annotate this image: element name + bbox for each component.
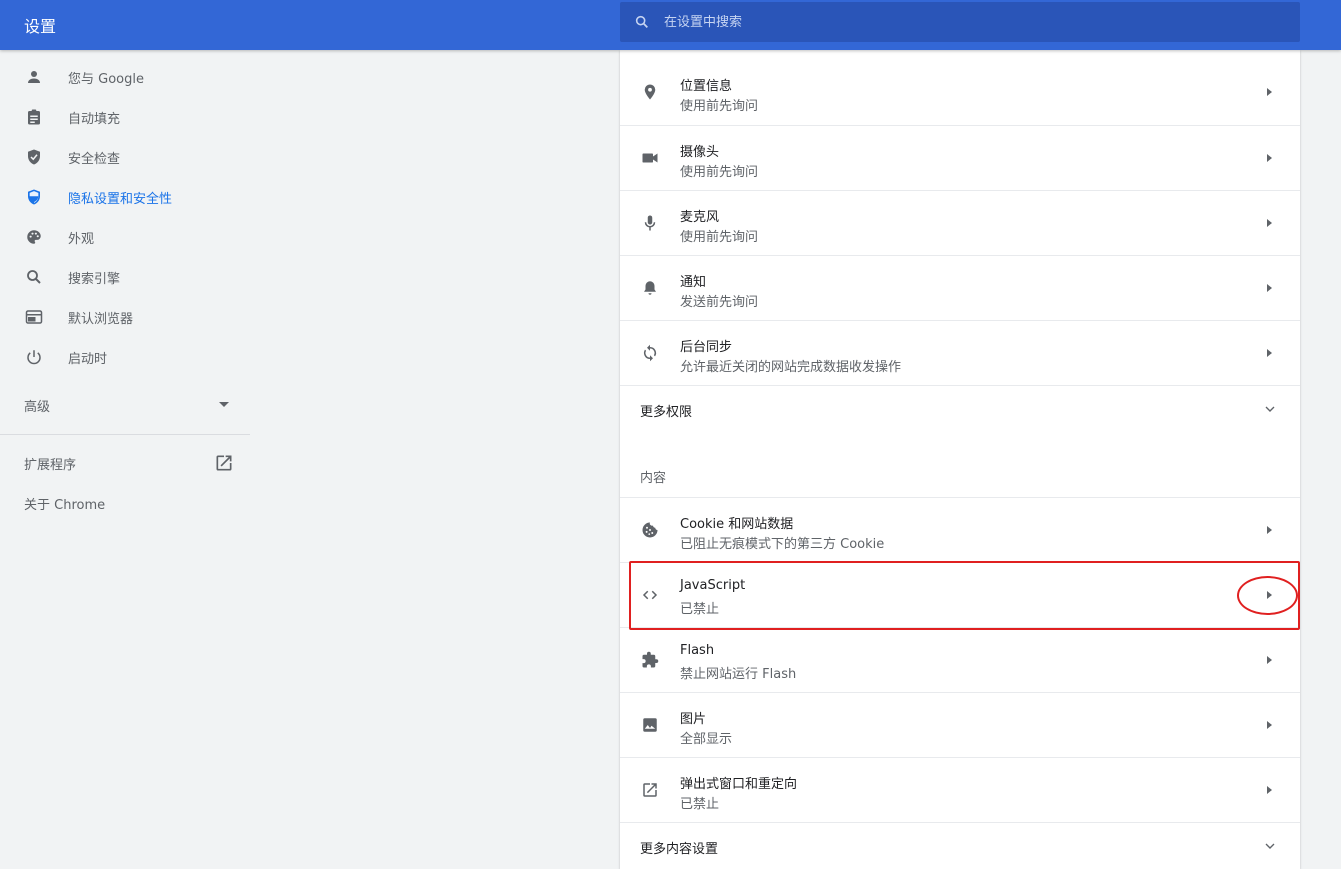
sidebar-item-autofill[interactable]: 自动填充 — [0, 97, 250, 137]
row-subtitle: 禁止网站运行 Flash — [680, 667, 797, 682]
puzzle-icon — [640, 650, 660, 670]
row-title: Cookie 和网站数据 — [680, 517, 794, 532]
open-in-new-icon — [216, 455, 232, 471]
browser-icon — [24, 307, 44, 327]
permission-row-camera[interactable]: 摄像头 使用前先询问 — [620, 125, 1300, 190]
sidebar-item-on-startup[interactable]: 启动时 — [0, 337, 250, 377]
content-row-images[interactable]: 图片 全部显示 — [620, 692, 1300, 757]
row-title: Flash — [680, 643, 715, 658]
row-subtitle: 全部显示 — [680, 732, 733, 747]
more-content-label: 更多内容设置 — [640, 842, 719, 857]
extensions-label: 扩展程序 — [24, 457, 77, 473]
row-title: JavaScript — [680, 578, 746, 593]
row-title: 图片 — [680, 712, 707, 727]
row-title: 弹出式窗口和重定向 — [680, 777, 798, 792]
arrow-right-icon[interactable] — [1267, 786, 1272, 794]
sidebar-item-label: 搜索引擎 — [68, 271, 121, 287]
sidebar-item-appearance[interactable]: 外观 — [0, 217, 250, 257]
arrow-right-icon[interactable] — [1267, 154, 1272, 162]
row-subtitle: 发送前先询问 — [680, 295, 759, 310]
row-subtitle: 已禁止 — [680, 602, 720, 617]
sidebar-item-safety-check[interactable]: 安全检查 — [0, 137, 250, 177]
row-subtitle: 允许最近关闭的网站完成数据收发操作 — [680, 360, 902, 375]
advanced-label: 高级 — [24, 399, 51, 415]
row-title: 后台同步 — [680, 340, 733, 355]
arrow-right-icon[interactable] — [1267, 721, 1272, 729]
open-in-new-icon — [640, 780, 660, 800]
site-settings-card: 位置信息 使用前先询问 摄像头 使用前先询问 麦克风 使用前先询问 通知 发送前… — [620, 50, 1300, 869]
shield-check-icon — [24, 147, 44, 167]
permission-row-notifications[interactable]: 通知 发送前先询问 — [620, 255, 1300, 320]
sidebar-item-label: 自动填充 — [68, 111, 121, 127]
arrow-right-icon[interactable] — [1267, 526, 1272, 534]
arrow-right-icon[interactable] — [1267, 219, 1272, 227]
sidebar-item-label: 安全检查 — [68, 151, 121, 167]
search-icon — [24, 267, 44, 287]
content-row-cookies[interactable]: Cookie 和网站数据 已阻止无痕模式下的第三方 Cookie — [620, 497, 1300, 562]
sidebar-item-search-engine[interactable]: 搜索引擎 — [0, 257, 250, 297]
permission-row-location[interactable]: 位置信息 使用前先询问 — [620, 60, 1300, 125]
top-bar: 设置 — [0, 0, 1341, 50]
sidebar-item-label: 外观 — [68, 231, 95, 247]
row-subtitle: 使用前先询问 — [680, 99, 759, 114]
sidebar-item-label: 默认浏览器 — [68, 311, 134, 327]
row-title: 通知 — [680, 275, 707, 290]
sidebar-item-you-and-google[interactable]: 您与 Google — [0, 57, 250, 97]
chevron-down-icon — [1265, 843, 1275, 849]
sidebar-item-privacy-security[interactable]: 隐私设置和安全性 — [0, 177, 250, 217]
sidebar: 您与 Google 自动填充 安全检查 隐私设置和安全性 外观 搜索引擎 默认浏… — [0, 50, 250, 869]
row-subtitle: 已禁止 — [680, 797, 720, 812]
sync-icon — [640, 343, 660, 363]
image-icon — [640, 715, 660, 735]
cookie-icon — [640, 520, 660, 540]
person-icon — [24, 67, 44, 87]
content-row-javascript[interactable]: JavaScript 已禁止 — [620, 562, 1300, 627]
arrow-right-icon[interactable] — [1267, 88, 1272, 96]
more-permissions-toggle[interactable]: 更多权限 — [620, 385, 1300, 433]
content-section-heading: 内容 — [640, 471, 667, 486]
microphone-icon — [640, 213, 660, 233]
caret-down-icon — [219, 402, 229, 407]
search-input[interactable] — [664, 14, 1264, 30]
palette-icon — [24, 227, 44, 247]
sidebar-item-label: 您与 Google — [68, 71, 144, 87]
sidebar-item-about-chrome[interactable]: 关于 Chrome — [0, 483, 250, 523]
sidebar-item-extensions[interactable]: 扩展程序 — [0, 443, 250, 483]
row-title: 麦克风 — [680, 210, 720, 225]
permission-row-microphone[interactable]: 麦克风 使用前先询问 — [620, 190, 1300, 255]
row-subtitle: 使用前先询问 — [680, 230, 759, 245]
sidebar-item-default-browser[interactable]: 默认浏览器 — [0, 297, 250, 337]
camera-icon — [640, 148, 660, 168]
arrow-right-icon[interactable] — [1267, 591, 1272, 599]
arrow-right-icon[interactable] — [1267, 349, 1272, 357]
row-title: 位置信息 — [680, 79, 733, 94]
chevron-down-icon — [1265, 406, 1275, 412]
shield-icon — [24, 187, 44, 207]
location-pin-icon — [640, 82, 660, 102]
more-permissions-label: 更多权限 — [640, 405, 693, 420]
sidebar-item-label: 启动时 — [68, 351, 108, 367]
search-icon — [635, 15, 648, 28]
row-title: 摄像头 — [680, 145, 720, 160]
sidebar-item-label: 隐私设置和安全性 — [68, 191, 173, 207]
row-subtitle: 已阻止无痕模式下的第三方 Cookie — [680, 537, 885, 552]
content-row-flash[interactable]: Flash 禁止网站运行 Flash — [620, 627, 1300, 692]
page-title: 设置 — [24, 17, 57, 36]
search-box[interactable] — [620, 2, 1300, 42]
sidebar-advanced-toggle[interactable]: 高级 — [0, 385, 250, 425]
code-icon — [640, 585, 660, 605]
row-subtitle: 使用前先询问 — [680, 165, 759, 180]
about-label: 关于 Chrome — [24, 497, 106, 513]
permission-row-background-sync[interactable]: 后台同步 允许最近关闭的网站完成数据收发操作 — [620, 320, 1300, 385]
more-content-settings-toggle[interactable]: 更多内容设置 — [620, 822, 1300, 869]
arrow-right-icon[interactable] — [1267, 656, 1272, 664]
sidebar-divider — [0, 434, 250, 435]
bell-icon — [640, 278, 660, 298]
arrow-right-icon[interactable] — [1267, 284, 1272, 292]
power-icon — [24, 347, 44, 367]
content-row-popups[interactable]: 弹出式窗口和重定向 已禁止 — [620, 757, 1300, 822]
clipboard-icon — [24, 107, 44, 127]
